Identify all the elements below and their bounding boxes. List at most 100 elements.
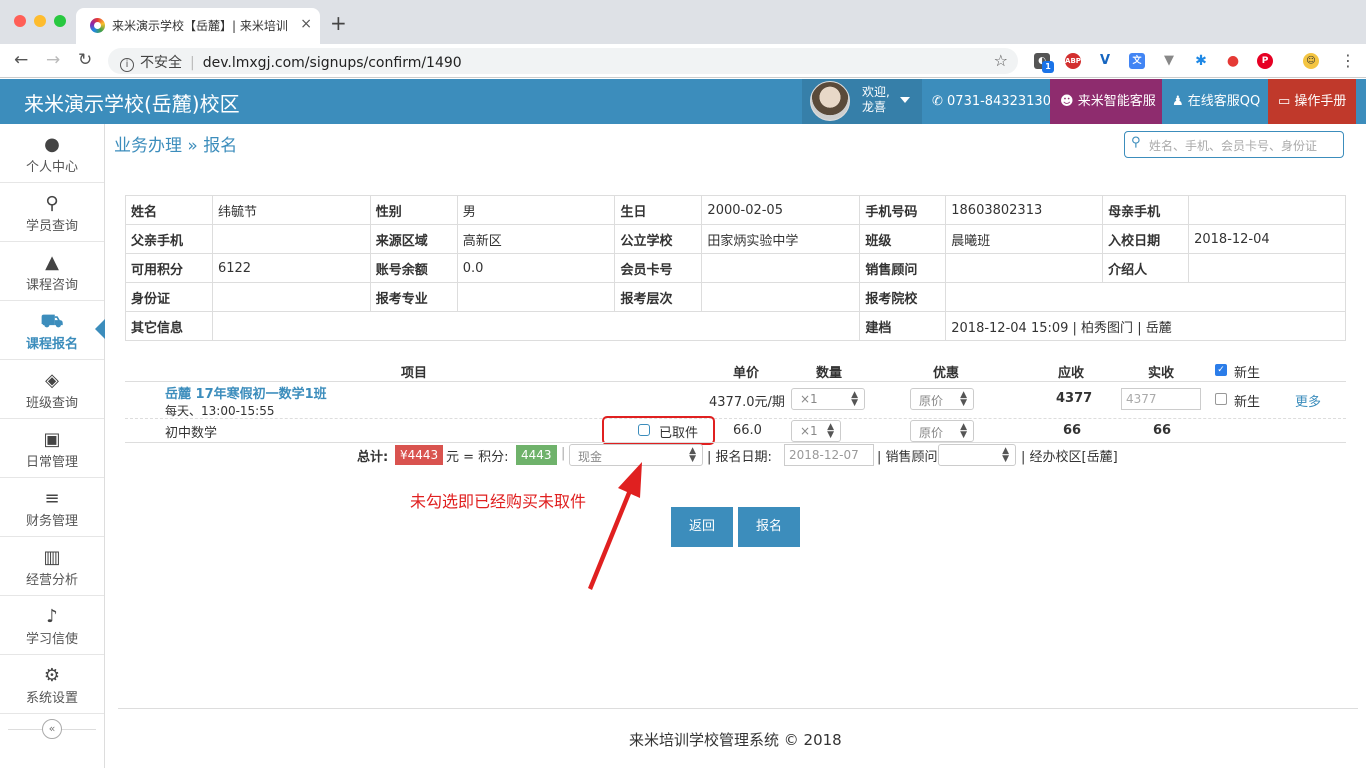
new-tab-button[interactable]: + — [330, 11, 347, 35]
tab-close-icon[interactable]: × — [297, 16, 312, 32]
material-receivable: 66 — [1063, 423, 1082, 438]
bar-chart-icon: ▥ — [43, 547, 61, 568]
phone-button[interactable]: ✆ 0731-84323130 — [922, 79, 1051, 124]
more-link[interactable]: 更多 — [1295, 391, 1321, 410]
updown-icon: ▲ ▼ — [960, 390, 967, 408]
browser-tab[interactable]: 来米演示学校【岳麓】| 来米培训 × — [76, 8, 320, 44]
site-favicon-icon — [90, 18, 105, 33]
student-referrer — [1188, 253, 1346, 283]
annotation-arrow-icon — [588, 462, 642, 590]
sidebar-item-classes[interactable]: ◈ 班级查询 — [0, 360, 104, 419]
new-student-all-checkbox[interactable]: ✓ — [1215, 364, 1227, 376]
course-received-input[interactable]: 4377 — [1121, 388, 1201, 410]
bars-icon: ≡ — [44, 488, 60, 509]
material-qty-select[interactable]: ×1 ▲ ▼ — [791, 420, 841, 442]
drop-extension-icon[interactable]: ● — [1225, 53, 1241, 69]
vue-devtools-icon[interactable]: ▼ — [1161, 53, 1177, 69]
points-eq-label: 元 = 积分: — [446, 450, 509, 465]
forward-arrow-icon[interactable]: → — [46, 50, 60, 70]
updown-icon: ▲ ▼ — [960, 422, 967, 440]
student-mother-phone — [1188, 195, 1346, 225]
updown-icon: ▲ ▼ — [689, 446, 696, 464]
student-class: 晨曦班 — [945, 224, 1104, 254]
course-name-link[interactable]: 岳麓 17年寒假初一数学1班 — [165, 383, 327, 402]
student-other — [211, 311, 861, 341]
profile-icon[interactable]: ☺ — [1303, 53, 1319, 69]
breadcrumb-parent[interactable]: 业务办理 — [114, 136, 182, 156]
course-qty-select[interactable]: ×1 ▲ ▼ — [791, 388, 865, 410]
app-header: 来米演示学校(岳麓)校区 欢迎, 龙喜 ✆ 0731-84323130 ☻ 来米智… — [0, 79, 1366, 124]
sidebar-item-messenger[interactable]: ♪ 学习信使 — [0, 596, 104, 655]
v-extension-icon[interactable]: V — [1097, 53, 1113, 69]
student-idcard — [211, 282, 371, 312]
header-discount: 优惠 — [933, 366, 960, 381]
header-received: 实收 — [1148, 366, 1175, 381]
security-label: 不安全 — [140, 55, 182, 71]
search-icon: ⚲ — [45, 193, 59, 214]
student-birthday: 2000-02-05 — [701, 195, 861, 225]
divider — [118, 708, 1358, 709]
address-bar: ← → ↻ i 不安全 | dev.lmxgj.com/signups/confirm… — [0, 44, 1366, 78]
course-new-checkbox[interactable] — [1215, 393, 1227, 405]
gears-icon: ⚙ — [43, 665, 61, 686]
minimize-window-button[interactable] — [34, 15, 46, 27]
search-input[interactable]: ⚲ 姓名、手机、会员卡号、身份证 — [1124, 131, 1344, 158]
student-gender: 男 — [456, 195, 616, 225]
material-price: 66.0 — [733, 423, 762, 438]
updown-icon: ▲ ▼ — [851, 390, 858, 408]
sidebar-item-finance[interactable]: ≡ 财务管理 — [0, 478, 104, 537]
student-enroll-date: 2018-12-04 — [1188, 224, 1346, 254]
user-menu[interactable]: 欢迎, 龙喜 — [802, 79, 922, 124]
calendar-icon: ▣ — [43, 429, 61, 450]
adblock-icon[interactable]: ABP — [1065, 53, 1081, 69]
translate-icon[interactable]: 文 — [1129, 53, 1145, 69]
bookmark-star-icon[interactable]: ☆ — [994, 51, 1008, 70]
student-school: 田家炳实验中学 — [701, 224, 861, 254]
annotation-text: 未勾选即已经购买未取件 — [410, 492, 587, 511]
sidebar-item-personal[interactable]: ● 个人中心 — [0, 124, 104, 183]
back-arrow-icon[interactable]: ← — [14, 50, 28, 70]
sidebar-item-signup[interactable]: ⛟ 课程报名 — [0, 301, 105, 360]
sidebar-item-settings[interactable]: ⚙ 系统设置 — [0, 655, 104, 714]
sidebar-item-students[interactable]: ⚲ 学员查询 — [0, 183, 104, 242]
sidebar-item-consult[interactable]: ▲ 课程咨询 — [0, 242, 104, 301]
tab-title: 来米演示学校【岳麓】| 来米培训 — [112, 19, 288, 33]
browser-tab-bar: 来米演示学校【岳麓】| 来米培训 × + — [0, 0, 1366, 44]
course-discount-select[interactable]: 原价 ▲ ▼ — [910, 388, 974, 410]
student-name: 纬毓节 — [211, 195, 371, 225]
signup-button[interactable]: 报名 — [738, 507, 800, 547]
asterisk-extension-icon[interactable]: ✱ — [1193, 53, 1209, 69]
user-icon: ● — [44, 134, 60, 155]
back-button[interactable]: 返回 — [671, 507, 733, 547]
maximize-window-button[interactable] — [54, 15, 66, 27]
url-text: dev.lmxgj.com/signups/confirm/1490 — [202, 55, 462, 71]
signup-date-input[interactable]: 2018-12-07 — [784, 444, 874, 466]
student-created: 2018-12-04 15:09 | 柏秀图门 | 岳麓 — [945, 311, 1346, 341]
collapse-sidebar-button[interactable]: « — [42, 719, 62, 739]
info-icon[interactable]: i — [120, 58, 134, 72]
reload-icon[interactable]: ↻ — [78, 50, 92, 70]
chevron-down-icon — [900, 97, 910, 103]
sidebar-item-daily[interactable]: ▣ 日常管理 — [0, 419, 104, 478]
sidebar-item-analysis[interactable]: ▥ 经营分析 — [0, 537, 104, 596]
robot-icon: ☻ — [1060, 94, 1078, 109]
student-balance: 0.0 — [456, 253, 616, 283]
manual-button[interactable]: ▭ 操作手册 — [1268, 79, 1356, 124]
smart-service-button[interactable]: ☻ 来米智能客服 — [1050, 79, 1162, 124]
phone-icon: ✆ — [932, 94, 948, 109]
qq-service-button[interactable]: ♟ 在线客服QQ — [1162, 79, 1268, 124]
header-item: 项目 — [401, 366, 428, 381]
pinterest-icon[interactable]: P — [1257, 53, 1273, 69]
close-window-button[interactable] — [14, 15, 26, 27]
updown-icon: ▲ ▼ — [827, 422, 834, 440]
header-qty: 数量 — [816, 366, 843, 381]
breadcrumb: 业务办理 » 报名 — [114, 136, 238, 156]
material-received: 66 — [1153, 423, 1172, 438]
sales-advisor-select[interactable]: ▲ ▼ — [938, 444, 1016, 466]
course-price: 4377.0元/期 — [709, 395, 785, 410]
sales-advisor-label: | 销售顾问 — [877, 450, 938, 465]
campus-label: | 经办校区[岳麓] — [1021, 450, 1118, 465]
url-input[interactable]: i 不安全 | dev.lmxgj.com/signups/confirm/1490 … — [108, 48, 1018, 74]
material-discount-select[interactable]: 原价 ▲ ▼ — [910, 420, 974, 442]
browser-menu-icon[interactable]: ⋮ — [1340, 51, 1356, 70]
